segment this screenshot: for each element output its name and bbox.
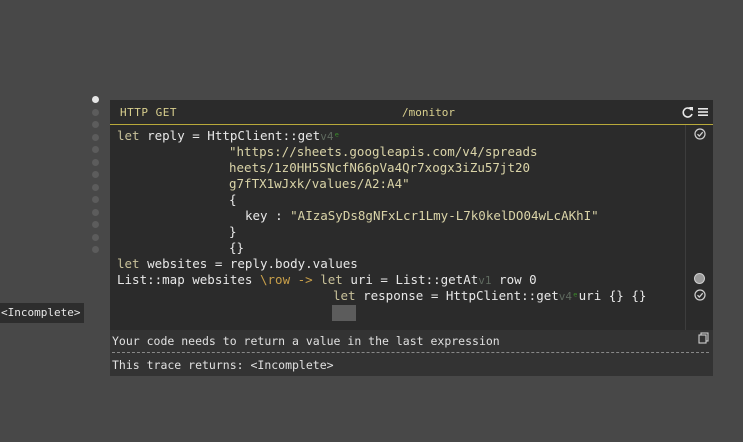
version-tag[interactable]: v4: [559, 290, 572, 303]
refresh-icon[interactable]: [681, 106, 694, 119]
code-line: let reply = HttpClient::getv4ᵉ: [117, 128, 341, 143]
route-path[interactable]: /monitor: [402, 100, 455, 126]
trace-dot[interactable]: [92, 208, 99, 216]
trace-dot[interactable]: [92, 158, 99, 166]
code-line: {: [229, 192, 237, 207]
execution-indicator-icon[interactable]: [694, 273, 705, 284]
code-line: g7fTX1wJxk/values/A2:A4": [229, 176, 410, 191]
trace-dot[interactable]: [92, 108, 99, 116]
version-tag[interactable]: v1: [478, 274, 491, 287]
trace-dot[interactable]: [92, 233, 99, 241]
code-line: List::map websites \row -> let uri = Lis…: [117, 272, 537, 287]
error-message: Your code needs to return a value in the…: [112, 334, 500, 348]
trace-dot[interactable]: [92, 183, 99, 191]
copy-icon[interactable]: [698, 332, 709, 344]
result-panel: Your code needs to return a value in the…: [110, 330, 713, 376]
check-circle-icon[interactable]: [694, 128, 706, 140]
hamburger-menu-icon[interactable]: [697, 106, 709, 118]
trace-dot[interactable]: [92, 246, 99, 253]
http-handler: HTTP GET /monitor let reply = HttpClient…: [110, 100, 713, 330]
code-line: let websites = reply.body.values: [117, 256, 358, 271]
code-line: {}: [229, 240, 245, 255]
code-line: }: [229, 224, 237, 239]
code-line: heets/1z0HH5SNcfN66pVa4Qr7xogx3iZu57jt20: [229, 160, 531, 175]
http-method[interactable]: HTTP GET: [120, 100, 177, 126]
divider: [112, 352, 709, 353]
function-version-icon[interactable]: ᵉ: [572, 290, 579, 303]
code-line: let response = HttpClient::getv4ᵉuri {} …: [333, 288, 647, 303]
function-version-icon[interactable]: ᵉ: [333, 130, 340, 143]
code-editor[interactable]: let reply = HttpClient::getv4ᵉ "https://…: [110, 125, 685, 330]
trace-dot[interactable]: [92, 221, 99, 228]
trace-dot[interactable]: [92, 171, 99, 178]
trace-dot[interactable]: [92, 133, 99, 141]
blank-placeholder[interactable]: [332, 305, 356, 321]
trace-dot[interactable]: [92, 196, 99, 203]
trace-result: This trace returns: <Incomplete>: [112, 358, 334, 372]
trace-dot-selected[interactable]: [92, 96, 99, 103]
code-line: key : "AIzaSyDs8gNFxLcr1Lmy-L7k0kelDO04w…: [245, 208, 599, 223]
incomplete-result-label: <Incomplete>: [0, 303, 85, 323]
trace-dot[interactable]: [92, 146, 99, 153]
code-line: "https://sheets.googleapis.com/v4/spread…: [229, 144, 538, 159]
handler-header: HTTP GET /monitor: [110, 100, 713, 125]
trace-dot[interactable]: [92, 121, 99, 128]
version-tag[interactable]: v4: [320, 130, 333, 143]
trace-dots: [92, 96, 102, 259]
execution-gutter: [685, 125, 713, 330]
check-circle-icon[interactable]: [694, 289, 706, 301]
